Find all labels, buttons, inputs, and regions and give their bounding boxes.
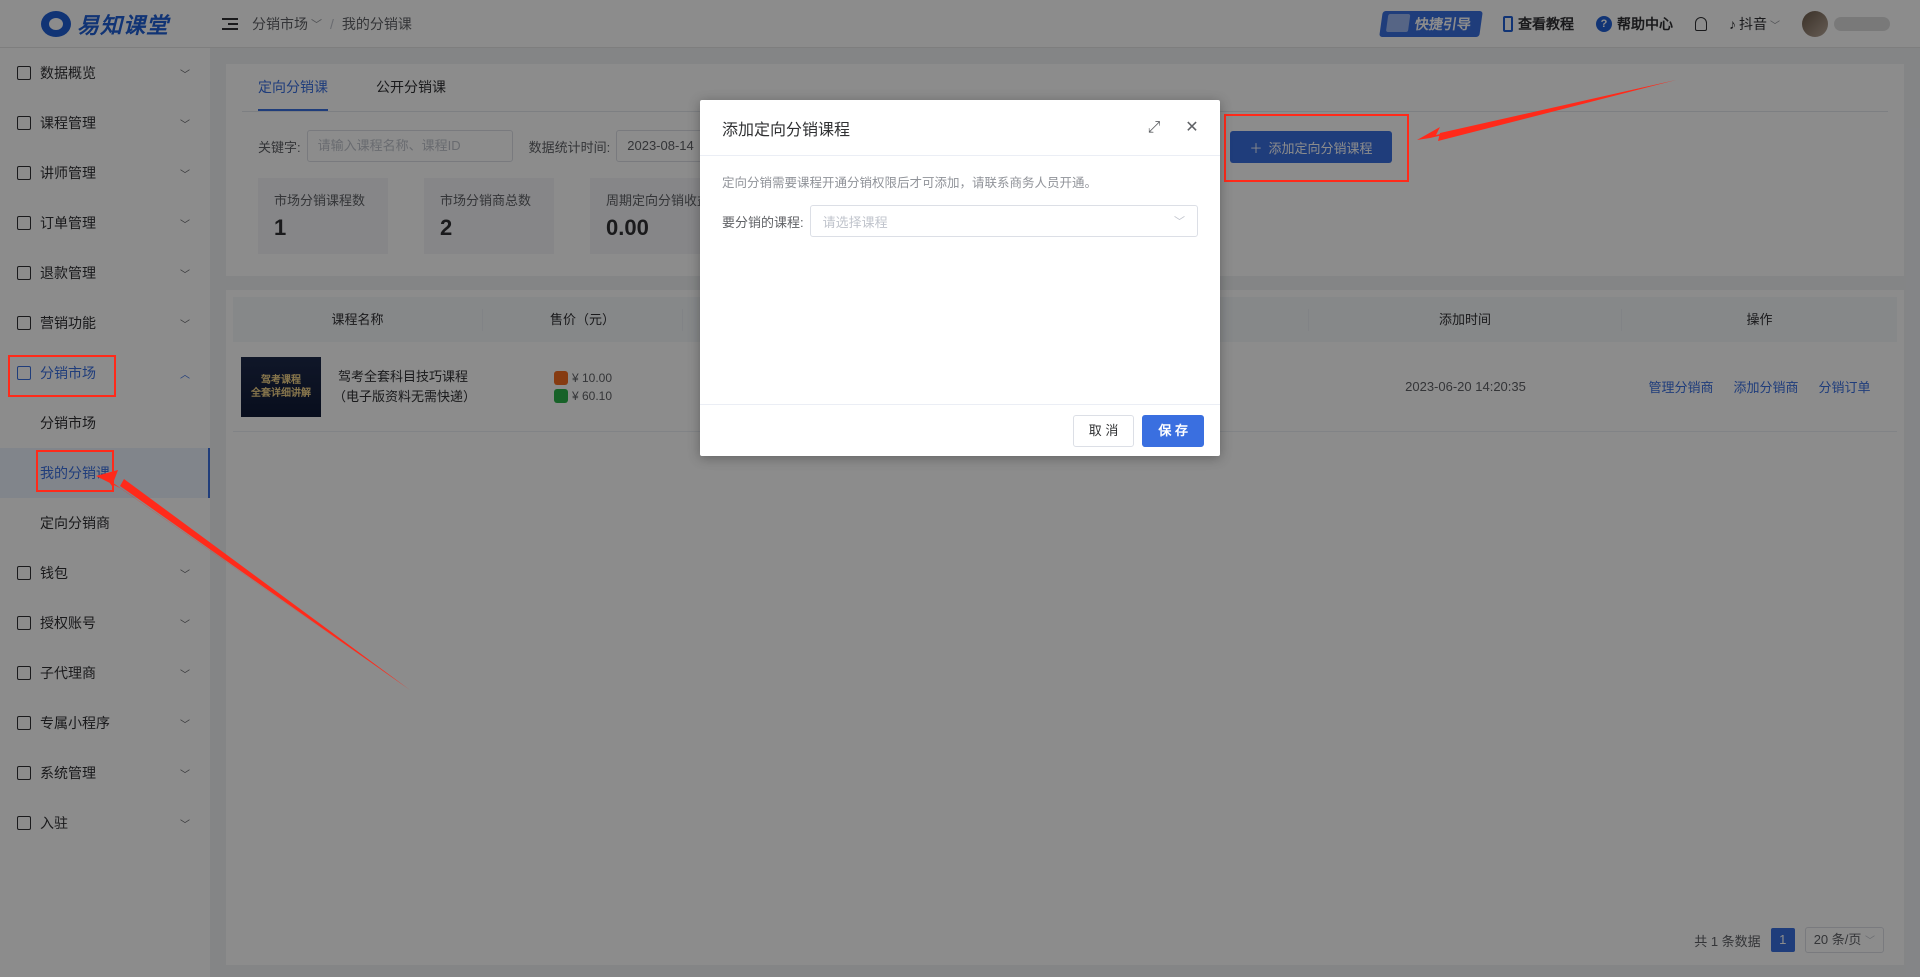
annotation-arrow-left xyxy=(96,470,410,690)
dialog-title: 添加定向分销课程 xyxy=(722,121,851,139)
dialog-tip: 定向分销需要课程开通分销权限后才可添加，请联系商务人员开通。 xyxy=(722,176,1098,190)
chevron-down-icon: ﹀ xyxy=(1174,216,1185,228)
close-icon[interactable]: ✕ xyxy=(1184,119,1200,136)
annotation-arrow-left-shaft xyxy=(120,479,410,690)
course-select-placeholder: 请选择课程 xyxy=(822,214,888,230)
add-course-dialog: 添加定向分销课程 ⤢ ✕ 定向分销需要课程开通分销权限后才可添加，请联系商务人员… xyxy=(700,100,1220,456)
course-select-field: 要分销的课程: 请选择课程 ﹀ xyxy=(722,205,1198,237)
cancel-button[interactable]: 取 消 xyxy=(1072,414,1135,447)
course-select[interactable]: 请选择课程 ﹀ xyxy=(809,205,1198,237)
dialog-body: 定向分销需要课程开通分销权限后才可添加，请联系商务人员开通。 要分销的课程: 请… xyxy=(700,156,1220,404)
annotation-arrow-right-shaft xyxy=(1438,80,1676,141)
dialog-footer: 取 消 保 存 xyxy=(700,404,1220,456)
course-select-label: 要分销的课程: xyxy=(722,214,804,230)
dialog-header: 添加定向分销课程 ⤢ ✕ xyxy=(700,100,1220,156)
fullscreen-icon[interactable]: ⤢ xyxy=(1146,119,1162,136)
save-button[interactable]: 保 存 xyxy=(1142,414,1204,447)
